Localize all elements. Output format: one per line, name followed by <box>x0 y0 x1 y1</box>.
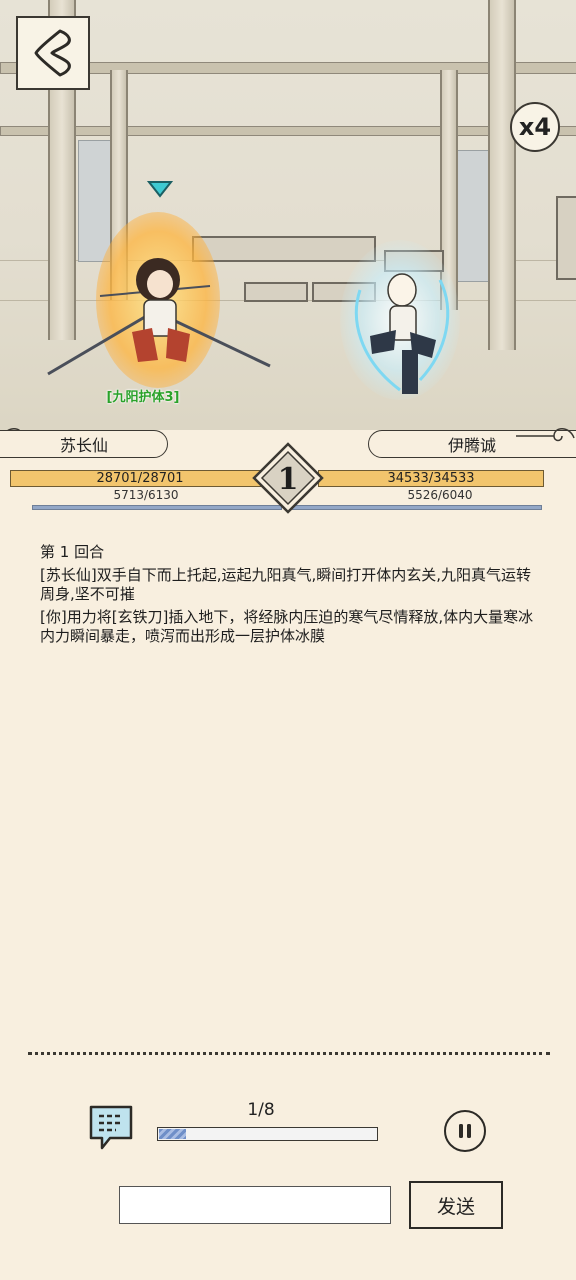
speed-label: x4 <box>518 113 552 141</box>
pause-button[interactable] <box>444 1110 486 1152</box>
enemy-hp-text: 34533/34533 <box>387 471 475 486</box>
enemy-name: 伊腾诚 <box>447 436 496 455</box>
pause-icon <box>459 1124 471 1138</box>
divider <box>28 1052 550 1055</box>
player-mp-bar <box>32 505 282 510</box>
send-button[interactable]: 发送 <box>409 1181 503 1229</box>
player-hp-bar: 28701/28701 <box>10 470 270 487</box>
round-title: 第 1 回合 <box>40 543 105 561</box>
player-buff-label: [九阳护体3] <box>106 390 180 405</box>
round-number: 1 <box>278 462 299 497</box>
target-marker-icon <box>147 181 173 198</box>
enemy-character <box>354 273 450 394</box>
player-name: 苏长仙 <box>59 436 108 455</box>
cloud-swirl-icon <box>516 428 575 442</box>
player-character <box>47 258 271 376</box>
enemy-mp-text: 5526/6040 <box>407 488 473 502</box>
back-button[interactable] <box>16 16 90 90</box>
playback-progress-bar[interactable] <box>157 1127 378 1141</box>
log-entry: [苏长仙]双手自下而上托起,运起九阳真气,瞬间打开体内玄关,九阳真气运转周身,坚… <box>40 566 532 603</box>
battle-scene: x4 [九阳护体3] <box>0 0 576 430</box>
chat-icon[interactable] <box>86 1102 136 1152</box>
cabinet <box>556 196 576 280</box>
pillar <box>488 0 516 350</box>
log-entry: [你]用力将[玄铁刀]插入地下，将经脉内压迫的寒气尽情释放,体内大量寒冰内力瞬间… <box>40 608 534 645</box>
enemy-mp-bar <box>292 505 542 510</box>
chat-input[interactable] <box>119 1186 391 1224</box>
round-badge: 1 <box>252 442 324 514</box>
player-hp-text: 28701/28701 <box>96 471 184 486</box>
progress-fill <box>159 1129 187 1139</box>
back-arrow-icon <box>34 29 71 77</box>
player-mp-text: 5713/6130 <box>113 488 179 502</box>
send-label: 发送 <box>436 1195 475 1218</box>
combat-log: 第 1 回合 [苏长仙]双手自下而上托起,运起九阳真气,瞬间打开体内玄关,九阳真… <box>40 543 540 650</box>
player-name-banner: 苏长仙 <box>0 430 168 458</box>
enemy-hp-bar: 34533/34533 <box>318 470 544 487</box>
speed-toggle-button[interactable]: x4 <box>510 102 560 152</box>
page-indicator: 1/8 <box>247 1100 275 1120</box>
